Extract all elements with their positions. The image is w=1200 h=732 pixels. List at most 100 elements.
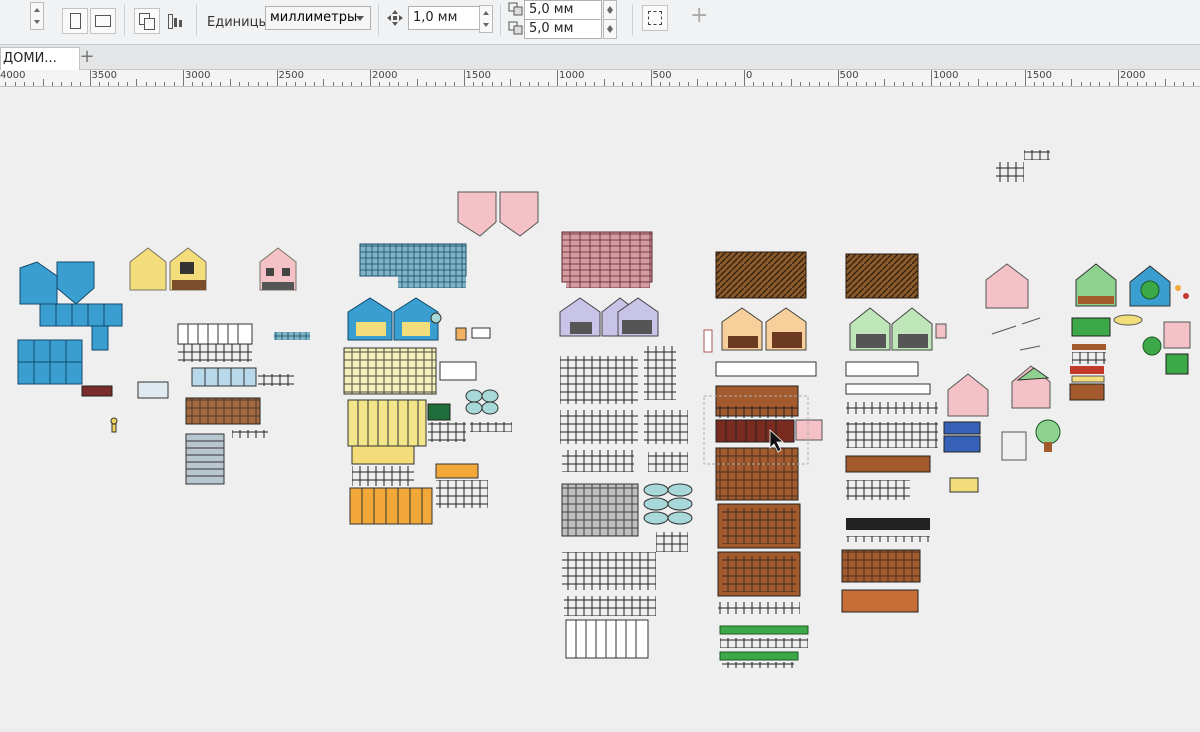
portrait-icon[interactable] — [62, 8, 88, 34]
ruler-tick — [1071, 79, 1073, 86]
horizontal-ruler[interactable]: 4000 3500 3000 2500 2000 1500 1000 500 0 500 1000 1… — [0, 70, 1200, 87]
ruler-tick — [267, 82, 269, 86]
ruler-tick — [5, 82, 7, 86]
blue-house-net[interactable] — [17, 261, 123, 385]
duplicate-y-spinner[interactable] — [603, 19, 617, 39]
colorful-garden-parts[interactable] — [1069, 314, 1191, 401]
blue-interior-houses[interactable] — [347, 297, 491, 341]
landscape-icon[interactable] — [90, 8, 116, 34]
ruler-tick — [463, 70, 465, 86]
ruler-tick — [959, 82, 961, 86]
pink-house-small[interactable] — [259, 247, 297, 291]
separator — [632, 4, 633, 36]
ruler-tick — [351, 82, 353, 86]
ruler-tick — [585, 82, 587, 86]
ruler-label: 2000 — [372, 70, 398, 81]
cream-furniture-grid[interactable] — [343, 347, 488, 525]
ruler-label: 500 — [839, 70, 859, 81]
peach-interior-houses[interactable] — [703, 307, 817, 377]
treat-as-filled-icon[interactable] — [642, 5, 668, 31]
ruler-tick — [444, 82, 446, 86]
all-pages-icon[interactable] — [134, 8, 160, 34]
ruler-tick — [1052, 82, 1054, 86]
ruler-tick — [566, 82, 568, 86]
tiny-figure[interactable] — [110, 417, 118, 433]
ruler-tick — [547, 82, 549, 86]
brown-furniture-stack[interactable] — [715, 385, 823, 614]
ruler-tick — [669, 82, 671, 86]
current-page-icon[interactable] — [162, 8, 186, 32]
separator — [500, 4, 501, 36]
pink-brick-walls[interactable] — [561, 231, 653, 288]
ruler-tick — [1192, 82, 1194, 86]
ruler-tick — [1099, 82, 1101, 86]
nudge-input[interactable]: 1,0 мм — [408, 6, 484, 30]
units-dropdown[interactable]: миллиметры — [265, 6, 371, 30]
yellow-houses[interactable] — [129, 247, 207, 291]
blue-roof-tiles[interactable] — [359, 243, 467, 288]
mint-cushions[interactable] — [465, 389, 512, 432]
ruler-tick — [332, 82, 334, 86]
ruler-tick — [1089, 82, 1091, 86]
ruler-tick — [61, 82, 63, 86]
green-interior-houses[interactable] — [849, 307, 947, 351]
green-tree[interactable] — [1001, 419, 1061, 461]
ruler-tick — [24, 82, 26, 86]
duplicate-x-spinner[interactable] — [603, 0, 617, 20]
ruler-tick — [697, 79, 699, 86]
pink-roof-panels[interactable] — [457, 191, 539, 237]
green-hedges[interactable] — [719, 625, 809, 668]
ruler-tick — [557, 70, 558, 86]
ruler-tick — [295, 82, 297, 86]
add-document-icon[interactable]: + — [78, 48, 96, 67]
ruler-tick — [164, 82, 166, 86]
ruler-tick — [893, 82, 895, 86]
ruler-tick — [1108, 82, 1110, 86]
ruler-tick — [183, 70, 184, 86]
ruler-tick — [173, 82, 175, 86]
lavender-interior-houses[interactable] — [559, 297, 659, 337]
ruler-tick — [781, 82, 783, 86]
ruler-tick — [641, 82, 643, 86]
size-spinner[interactable] — [30, 2, 44, 30]
ruler-tick — [1033, 82, 1035, 86]
fence-pieces[interactable] — [991, 150, 1050, 351]
ruler-tick — [622, 82, 624, 86]
ruler-tick — [108, 82, 110, 86]
ruler-label: 4000 — [0, 70, 26, 81]
ruler-tick — [52, 82, 54, 86]
ruler-tick — [931, 70, 932, 86]
nudge-spinner[interactable] — [479, 5, 493, 33]
pink-houses-right[interactable] — [947, 263, 1051, 417]
ruler-tick — [575, 82, 577, 86]
ruler-tick — [912, 82, 914, 86]
ruler-tick — [1080, 82, 1082, 86]
ruler-tick — [370, 70, 371, 86]
ruler-tick — [856, 82, 858, 86]
duplicate-x-input[interactable]: 5,0 мм — [524, 0, 602, 20]
drawing-canvas[interactable] — [0, 87, 1200, 728]
ruler-tick — [33, 82, 35, 86]
property-bar: Единицы: миллиметры 1,0 мм 5,0 мм 5,0 мм… — [0, 0, 1200, 45]
ruler-tick — [715, 82, 717, 86]
straw-roofs[interactable] — [715, 251, 919, 299]
duplicate-y-input[interactable]: 5,0 мм — [524, 19, 602, 39]
ruler-tick — [435, 82, 437, 86]
document-tab[interactable]: ДОМИ... — [0, 47, 80, 70]
ruler-tick — [977, 79, 979, 86]
ruler-tick — [239, 82, 241, 86]
brown-bench-small[interactable] — [81, 381, 169, 399]
ruler-tick — [1043, 82, 1045, 86]
ruler-tick — [968, 82, 970, 86]
ruler-tick — [659, 82, 661, 86]
separator — [124, 4, 125, 36]
ruler-tick — [304, 82, 306, 86]
ruler-tick — [145, 82, 147, 86]
ruler-tick — [220, 82, 222, 86]
garden-houses[interactable] — [1075, 263, 1189, 307]
ruler-tick — [865, 82, 867, 86]
chairs-row[interactable] — [177, 323, 310, 485]
mint-tabletops[interactable] — [643, 483, 693, 525]
add-preset-icon[interactable]: + — [690, 5, 708, 27]
ruler-tick — [818, 82, 820, 86]
